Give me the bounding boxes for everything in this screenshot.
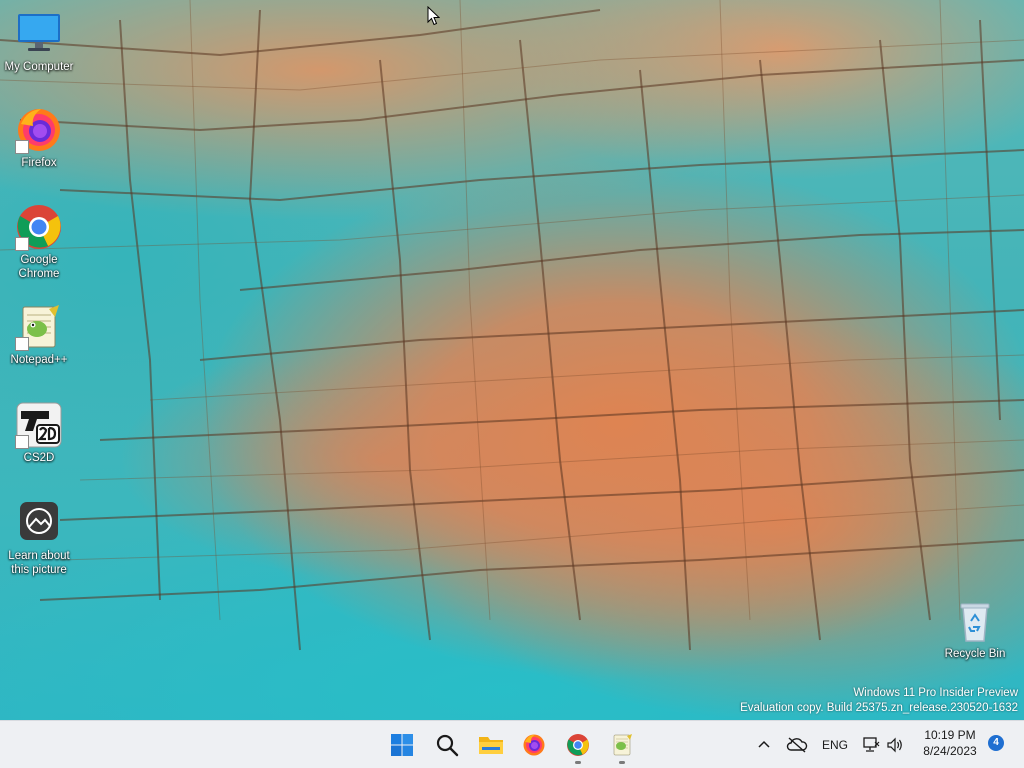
notification-count-badge[interactable]: 4 bbox=[988, 735, 1004, 751]
notepadpp-icon bbox=[15, 303, 63, 351]
desktop-icon-label: Firefox bbox=[21, 157, 57, 169]
shortcut-arrow-icon bbox=[15, 237, 29, 251]
clock-time: 10:19 PM bbox=[924, 728, 976, 742]
show-hidden-icons-button[interactable] bbox=[754, 735, 774, 755]
camera-spotlight-icon bbox=[15, 499, 63, 547]
taskbar-chrome-button[interactable] bbox=[558, 725, 598, 765]
desktop-icon-notepadpp[interactable]: Notepad++ bbox=[1, 303, 77, 367]
chrome-icon bbox=[567, 734, 589, 756]
running-indicator bbox=[575, 761, 581, 764]
desktop-icon-cs2d[interactable]: CS2D bbox=[1, 401, 77, 465]
windows-evaluation-watermark: Windows 11 Pro Insider Preview Evaluatio… bbox=[740, 686, 1018, 716]
firefox-icon bbox=[523, 734, 545, 756]
monitor-icon bbox=[15, 10, 63, 58]
quick-settings-button[interactable] bbox=[862, 735, 910, 755]
desktop-wallpaper[interactable]: My Computer Firefox Google Chrome Notepa… bbox=[0, 0, 1024, 720]
desktop-icon-label: Learn about this picture bbox=[8, 550, 70, 576]
watermark-edition: Windows 11 Pro Insider Preview bbox=[853, 687, 1018, 699]
desktop-icon-google-chrome[interactable]: Google Chrome bbox=[1, 203, 77, 281]
mouse-cursor-icon bbox=[427, 6, 440, 26]
desktop-icon-label: Notepad++ bbox=[10, 354, 68, 366]
watermark-build: Evaluation copy. Build 25375.zn_release.… bbox=[740, 702, 1018, 714]
desktop-icon-firefox[interactable]: Firefox bbox=[1, 106, 77, 170]
volume-icon bbox=[887, 737, 902, 753]
desktop-icon-label: Google Chrome bbox=[18, 254, 60, 280]
taskbar-clock[interactable]: 10:19 PM 8/24/2023 bbox=[912, 727, 988, 759]
taskbar-file-explorer-button[interactable] bbox=[471, 725, 511, 765]
desktop-icon-my-computer[interactable]: My Computer bbox=[1, 10, 77, 74]
desktop-icon-recycle-bin[interactable]: Recycle Bin bbox=[937, 597, 1013, 661]
search-icon bbox=[436, 734, 459, 757]
onedrive-button[interactable] bbox=[786, 735, 808, 755]
network-icon bbox=[863, 737, 880, 752]
running-indicator bbox=[619, 761, 625, 764]
shortcut-arrow-icon bbox=[15, 140, 29, 154]
chevron-up-icon bbox=[758, 740, 770, 748]
taskbar-start-button[interactable] bbox=[382, 725, 422, 765]
wallpaper-rock-texture bbox=[0, 0, 1024, 651]
desktop-icon-label: My Computer bbox=[4, 61, 74, 73]
input-language-indicator[interactable]: ENG bbox=[822, 738, 848, 752]
windows-start-icon bbox=[391, 734, 413, 756]
taskbar-firefox-button[interactable] bbox=[514, 725, 554, 765]
desktop-icon-label: CS2D bbox=[23, 452, 55, 464]
recycle-bin-icon bbox=[951, 597, 999, 645]
taskbar: ENG bbox=[0, 720, 1024, 768]
file-explorer-icon bbox=[479, 737, 503, 754]
clock-date: 8/24/2023 bbox=[923, 744, 977, 758]
taskbar-search-button[interactable] bbox=[427, 725, 467, 765]
cs2d-game-icon bbox=[15, 401, 63, 449]
desktop-icon-learn-about-picture[interactable]: Learn about this picture bbox=[1, 499, 77, 577]
chrome-icon bbox=[15, 203, 63, 251]
desktop-icon-label: Recycle Bin bbox=[944, 648, 1006, 660]
firefox-icon bbox=[15, 106, 63, 154]
shortcut-arrow-icon bbox=[15, 435, 29, 449]
taskbar-notepadpp-button[interactable] bbox=[602, 725, 642, 765]
cloud-offline-icon bbox=[786, 737, 808, 753]
notepadpp-icon bbox=[613, 734, 632, 756]
shortcut-arrow-icon bbox=[15, 337, 29, 351]
